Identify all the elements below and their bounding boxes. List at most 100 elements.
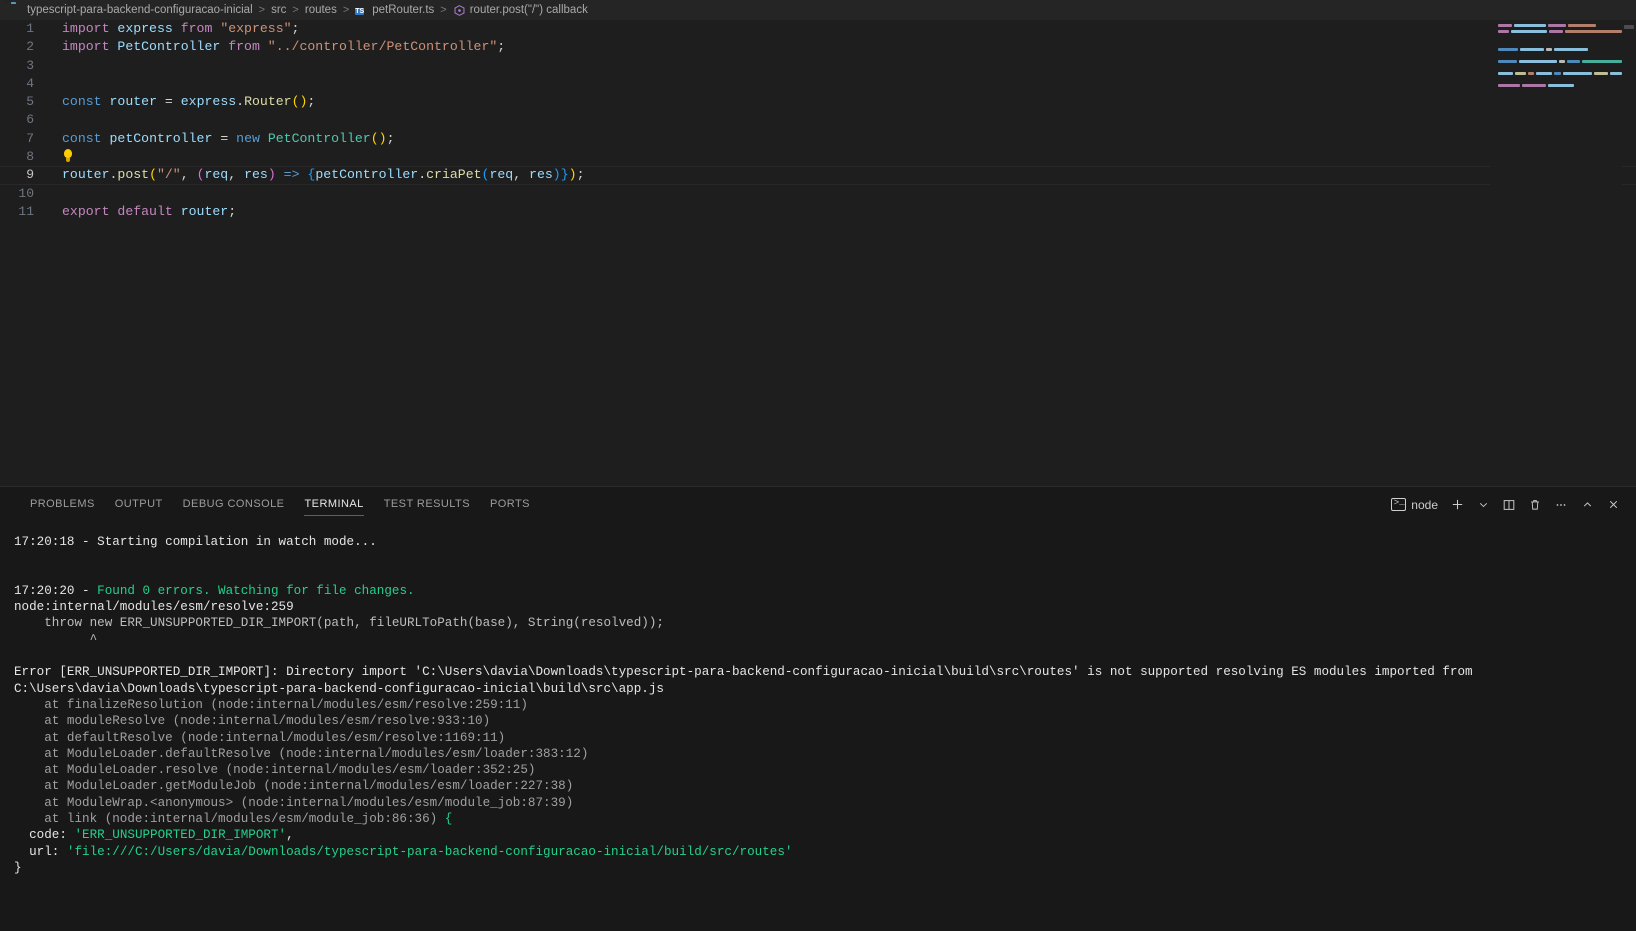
minimap-segment <box>1582 60 1622 63</box>
line-number: 2 <box>26 39 34 55</box>
code-line[interactable]: 7 const petController = new PetController… <box>0 130 1636 148</box>
minimap-line <box>1498 60 1622 64</box>
code-token: from <box>228 39 260 55</box>
code-line[interactable]: 3 <box>0 57 1636 75</box>
breadcrumb-item-symbol[interactable]: router.post("/") callback <box>451 4 590 17</box>
line-number: 9 <box>26 167 34 183</box>
chevron-down-icon[interactable] <box>1470 492 1496 518</box>
minimap[interactable] <box>1490 20 1622 486</box>
minimap-line <box>1498 42 1622 46</box>
breadcrumb-label: router.post("/") callback <box>469 4 588 16</box>
panel-tab-list[interactable]: PROBLEMS OUTPUT DEBUG CONSOLE TERMINAL TEST … <box>20 487 540 522</box>
line-content[interactable] <box>48 57 1636 75</box>
code-line[interactable]: 4 <box>0 75 1636 93</box>
breadcrumb-item-file[interactable]: TS petRouter.ts <box>353 4 436 17</box>
kill-terminal-button[interactable] <box>1522 492 1548 518</box>
code-token: req <box>204 167 229 183</box>
minimap-segment <box>1520 48 1544 51</box>
breadcrumb-item-project[interactable]: typescript-para-backend-configuracao-ini… <box>8 4 255 17</box>
terminal-line: throw new ERR_UNSUPPORTED_DIR_IMPORT(pat… <box>14 615 1622 631</box>
line-number: 8 <box>26 149 34 165</box>
line-content[interactable]: export default router; <box>48 203 1636 221</box>
code-token: export <box>62 203 110 219</box>
breadcrumb-label: src <box>271 4 287 16</box>
terminal-line: ^ <box>14 632 1622 648</box>
line-content[interactable] <box>48 185 1636 203</box>
code-token: ) <box>267 167 276 183</box>
terminal-line: code: 'ERR_UNSUPPORTED_DIR_IMPORT', <box>14 827 1622 843</box>
code-token: from <box>180 21 213 36</box>
code-line[interactable]: 2 import PetController from "../controlle… <box>0 38 1636 56</box>
minimap-segment <box>1535 72 1552 75</box>
line-content[interactable]: import PetController from "../controller… <box>48 38 1636 56</box>
panel-tab-debug-console[interactable]: DEBUG CONSOLE <box>173 487 295 522</box>
line-content[interactable]: const petController = new PetController(… <box>48 130 1636 148</box>
minimap-line <box>1498 36 1622 40</box>
close-panel-button[interactable] <box>1600 492 1626 518</box>
new-terminal-button[interactable] <box>1444 492 1470 518</box>
lightbulb-icon[interactable] <box>62 149 74 163</box>
terminal-text: throw new ERR_UNSUPPORTED_DIR_IMPORT(pat… <box>14 616 664 631</box>
code-line[interactable]: 6 <box>0 111 1636 129</box>
code-line[interactable]: 9 router.post("/", (req, res) => {petCont… <box>0 166 1636 185</box>
breadcrumb: typescript-para-backend-configuracao-ini… <box>0 0 1636 20</box>
line-content[interactable] <box>48 75 1636 93</box>
code-token: import <box>62 39 110 55</box>
terminal-output[interactable]: 17:20:18 - Starting compilation in watch… <box>0 522 1636 931</box>
terminal-text: , <box>286 828 294 843</box>
line-content[interactable]: const router = express.Router(); <box>48 93 1636 111</box>
line-content[interactable] <box>48 111 1636 129</box>
code-line[interactable]: 10 <box>0 185 1636 203</box>
terminal-text: Error [ERR_UNSUPPORTED_DIR_IMPORT]: Dire… <box>14 665 1481 696</box>
terminal-text: { <box>444 812 453 827</box>
split-terminal-button[interactable] <box>1496 492 1522 518</box>
more-actions-button[interactable] <box>1548 492 1574 518</box>
minimap-line <box>1498 54 1622 58</box>
code-token: const <box>62 130 102 146</box>
code-token: "/" <box>156 167 181 183</box>
code-line[interactable]: 11 export default router; <box>0 203 1636 221</box>
breadcrumb-separator: > <box>292 4 299 16</box>
terminal-text: code: <box>14 828 75 843</box>
minimap-segment <box>1498 48 1518 51</box>
code-token: , <box>513 167 530 183</box>
terminal-text: at link (node:internal/modules/esm/modul… <box>14 812 445 827</box>
terminal-text: url: <box>14 844 67 859</box>
terminal-selector[interactable]: node <box>1389 492 1444 518</box>
panel-tab-test-results[interactable]: TEST RESULTS <box>374 487 480 522</box>
code-token: express <box>180 94 237 110</box>
line-content[interactable] <box>48 148 1636 166</box>
minimap-segment <box>1554 48 1588 51</box>
code-editor[interactable]: 1 import express from "express"; 2 import P… <box>0 20 1636 486</box>
terminal-line: at ModuleLoader.resolve (node:internal/m… <box>14 762 1622 778</box>
line-number: 6 <box>26 112 34 128</box>
code-line[interactable]: 8 <box>0 148 1636 166</box>
minimap-line <box>1498 84 1622 88</box>
breadcrumb-item-routes[interactable]: routes <box>303 4 339 16</box>
editor-scrollbar[interactable] <box>1622 20 1636 486</box>
panel-header: PROBLEMS OUTPUT DEBUG CONSOLE TERMINAL TEST … <box>0 487 1636 522</box>
line-content[interactable]: router.post("/", (req, res) => {petContr… <box>48 166 1636 184</box>
terminal-line: } <box>14 860 1622 876</box>
code-line[interactable]: 1 import express from "express"; <box>0 20 1636 38</box>
maximize-panel-button[interactable] <box>1574 492 1600 518</box>
breadcrumb-label: petRouter.ts <box>372 4 435 16</box>
terminal-text: at ModuleLoader.resolve (node:internal/m… <box>14 763 536 778</box>
code-lines-container[interactable]: 1 import express from "express"; 2 import P… <box>0 20 1636 486</box>
code-token: "express" <box>220 21 292 36</box>
line-content[interactable]: import express from "express"; <box>48 20 1636 38</box>
minimap-segment <box>1514 72 1526 75</box>
code-line[interactable]: 5 const router = express.Router(); <box>0 93 1636 111</box>
panel-tab-ports[interactable]: PORTS <box>480 487 540 522</box>
panel-tab-problems[interactable]: PROBLEMS <box>20 487 105 522</box>
breadcrumb-item-src[interactable]: src <box>269 4 288 16</box>
panel-tab-terminal[interactable]: TERMINAL <box>294 487 373 522</box>
panel-tab-output[interactable]: OUTPUT <box>105 487 173 522</box>
code-token: default <box>117 203 173 219</box>
